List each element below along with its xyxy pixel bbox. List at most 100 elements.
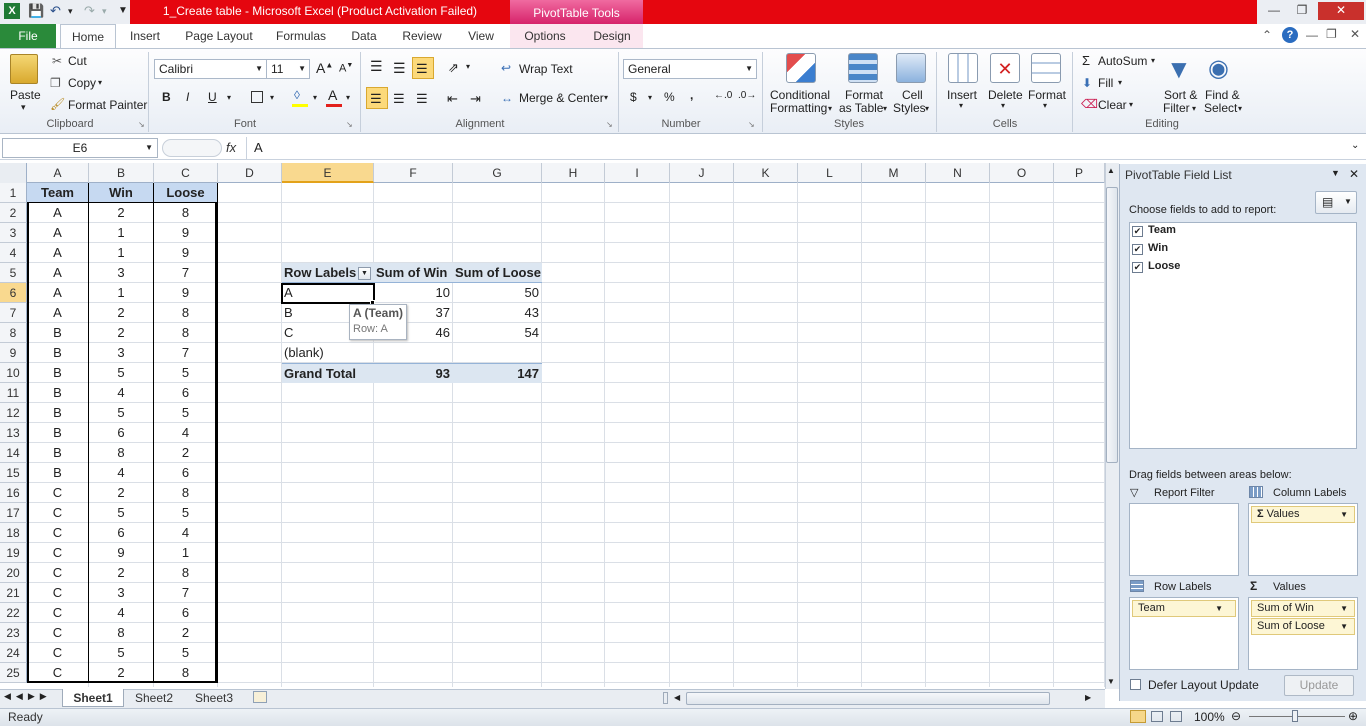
scroll-down-icon[interactable]: ▼ <box>1107 677 1115 686</box>
insert-dropdown-icon[interactable]: ▾ <box>959 101 963 110</box>
row-header-24[interactable]: 24 <box>0 643 27 663</box>
field-label-team[interactable]: Team <box>1148 224 1176 236</box>
conditional-formatting-button[interactable]: Conditional <box>770 88 830 102</box>
percent-button[interactable]: % <box>664 90 675 104</box>
table-cell[interactable]: 1 <box>89 223 154 243</box>
row-header-16[interactable]: 16 <box>0 483 27 503</box>
font-name-select[interactable]: Calibri ▼ <box>154 59 267 79</box>
table-cell[interactable]: 8 <box>154 563 218 583</box>
table-cell[interactable]: 7 <box>154 583 218 603</box>
table-cell[interactable]: B <box>27 463 89 483</box>
sort-dropdown-icon[interactable]: ▾ <box>1192 104 1196 113</box>
autosum-button[interactable]: AutoSum <box>1098 54 1147 68</box>
tab-options[interactable]: Options <box>515 24 575 48</box>
row-header-8[interactable]: 8 <box>0 323 27 343</box>
column-header-f[interactable]: F <box>374 163 453 183</box>
underline-button[interactable]: U <box>208 90 217 104</box>
table-cell[interactable]: 2 <box>89 303 154 323</box>
field-checkbox-win[interactable]: ✔ <box>1132 244 1143 255</box>
table-cell[interactable]: 9 <box>89 543 154 563</box>
tab-home[interactable]: Home <box>60 24 116 49</box>
orientation-dropdown-icon[interactable]: ▾ <box>466 62 470 71</box>
row-header-18[interactable]: 18 <box>0 523 27 543</box>
close-button[interactable]: ✕ <box>1318 2 1364 20</box>
insert-sheet-icon[interactable] <box>253 691 267 703</box>
find-dropdown-icon[interactable]: ▾ <box>1238 104 1242 113</box>
table-cell[interactable]: 2 <box>89 323 154 343</box>
sheet-nav-icons[interactable]: ◀◀▶▶ <box>4 691 52 702</box>
align-top-icon[interactable]: ☰ <box>370 58 383 75</box>
tab-review[interactable]: Review <box>396 24 448 48</box>
table-cell[interactable]: B <box>27 363 89 383</box>
row-header-13[interactable]: 13 <box>0 423 27 443</box>
decrease-indent-icon[interactable]: ⇤ <box>447 91 458 107</box>
table-cell[interactable]: B <box>27 323 89 343</box>
field-checkbox-loose[interactable]: ✔ <box>1132 262 1143 273</box>
table-cell[interactable]: C <box>27 563 89 583</box>
table-cell[interactable]: A <box>27 283 89 303</box>
table-cell[interactable]: C <box>27 523 89 543</box>
table-cell[interactable]: C <box>27 543 89 563</box>
workbook-restore-icon[interactable]: ❐ <box>1326 27 1337 41</box>
font-launcher-icon[interactable]: ↘ <box>346 120 353 129</box>
row-header-21[interactable]: 21 <box>0 583 27 603</box>
table-cell[interactable]: 3 <box>89 583 154 603</box>
save-icon[interactable]: 💾 <box>28 3 44 19</box>
table-cell[interactable]: B <box>27 423 89 443</box>
help-icon[interactable]: ? <box>1282 27 1298 43</box>
paste-dropdown-icon[interactable]: ▾ <box>21 102 26 113</box>
table-cell[interactable]: 2 <box>154 623 218 643</box>
table-cell[interactable]: 6 <box>154 463 218 483</box>
binoculars-icon[interactable]: ◉ <box>1208 54 1229 83</box>
pivot-cell[interactable]: 10 <box>374 283 453 303</box>
column-header-n[interactable]: N <box>926 163 990 183</box>
decrease-decimal-icon[interactable]: .0→ <box>738 90 756 101</box>
table-cell[interactable]: 5 <box>89 643 154 663</box>
table-cell[interactable]: 7 <box>154 263 218 283</box>
pivot-cell[interactable]: 50 <box>453 283 542 303</box>
table-cell[interactable]: A <box>27 263 89 283</box>
pivot-cell[interactable]: 43 <box>453 303 542 323</box>
table-cell[interactable]: 2 <box>89 663 154 683</box>
table-cell[interactable]: 7 <box>154 343 218 363</box>
alignment-launcher-icon[interactable]: ↘ <box>606 120 613 129</box>
table-cell[interactable]: B <box>27 443 89 463</box>
borders-dropdown-icon[interactable]: ▾ <box>270 93 274 102</box>
normal-view-icon[interactable] <box>1130 710 1146 723</box>
redo-dropdown-icon[interactable]: ▾ <box>102 3 107 19</box>
zoom-in-icon[interactable]: ⊕ <box>1348 709 1358 723</box>
format-as-table-button[interactable]: Format <box>845 88 883 102</box>
sheet-tab-sheet2[interactable]: Sheet2 <box>126 689 182 707</box>
table-cell[interactable]: 5 <box>89 363 154 383</box>
tab-insert[interactable]: Insert <box>122 24 168 48</box>
row-header-14[interactable]: 14 <box>0 443 27 463</box>
value-field-sum-of-loose[interactable]: Sum of Loose ▼ <box>1251 618 1355 635</box>
bold-button[interactable]: B <box>162 90 171 104</box>
grow-font-icon[interactable]: A▲ <box>316 60 333 76</box>
table-cell[interactable]: 4 <box>89 383 154 403</box>
cut-button[interactable]: Cut <box>68 54 87 68</box>
table-cell[interactable]: C <box>27 583 89 603</box>
sort-filter-button[interactable]: Sort & <box>1164 88 1197 102</box>
delete-cells-icon[interactable]: ✕ <box>990 53 1020 83</box>
table-cell[interactable]: 5 <box>89 503 154 523</box>
table-cell[interactable]: 2 <box>154 443 218 463</box>
table-cell[interactable]: 4 <box>89 463 154 483</box>
fill-color-icon[interactable]: ◊ <box>294 88 300 102</box>
pivot-total-cell[interactable]: Grand Total <box>282 363 374 383</box>
expand-formula-bar-icon[interactable]: ⌄ <box>1351 140 1359 151</box>
table-cell[interactable]: 5 <box>154 503 218 523</box>
tab-view[interactable]: View <box>460 24 502 48</box>
format-dropdown-icon[interactable]: ▾ <box>1043 101 1047 110</box>
row-header-5[interactable]: 5 <box>0 263 27 283</box>
conditional-formatting-icon[interactable] <box>786 53 816 83</box>
horizontal-scroll-thumb[interactable] <box>686 692 1050 705</box>
table-cell[interactable]: 9 <box>154 223 218 243</box>
paste-icon[interactable] <box>10 54 38 84</box>
page-layout-view-icon[interactable] <box>1151 711 1163 722</box>
table-cell[interactable]: 8 <box>154 323 218 343</box>
sort-filter-label2[interactable]: Filter <box>1163 101 1190 115</box>
column-header-k[interactable]: K <box>734 163 798 183</box>
row-header-3[interactable]: 3 <box>0 223 27 243</box>
shrink-font-icon[interactable]: A▼ <box>339 62 353 75</box>
